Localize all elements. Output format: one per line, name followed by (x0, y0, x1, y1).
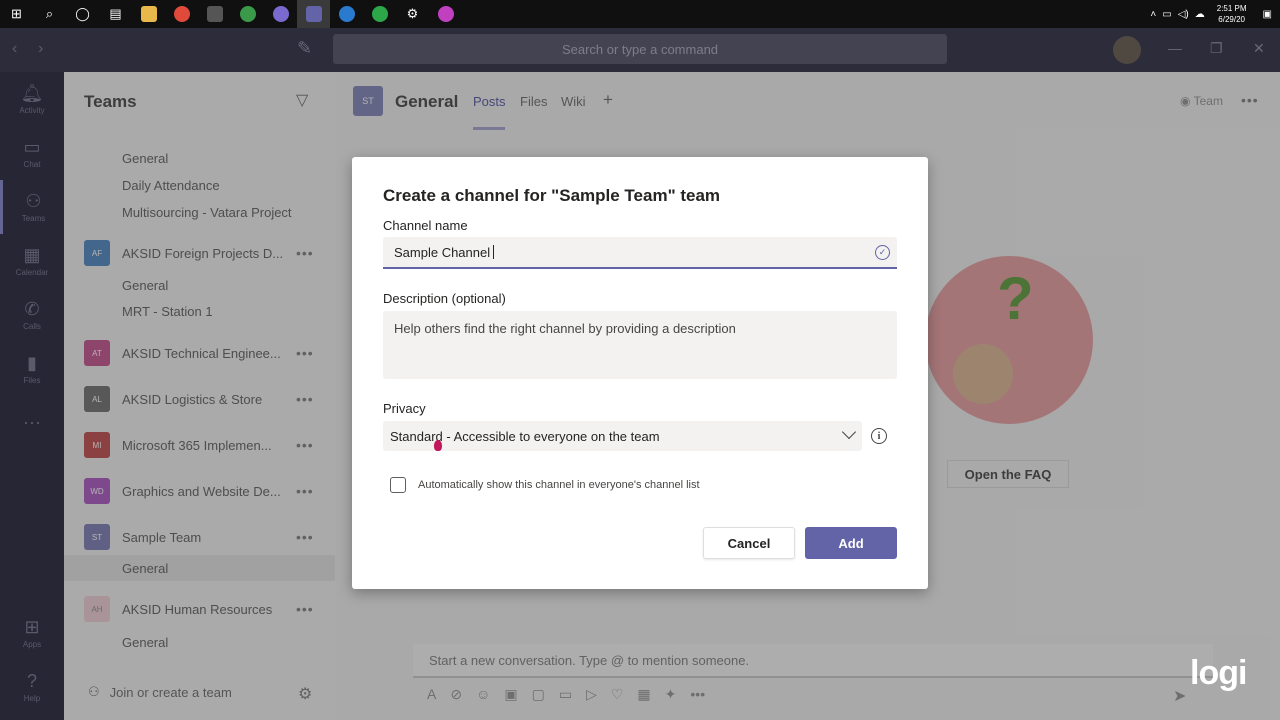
search-icon[interactable]: ⌕ (33, 0, 66, 28)
chevron-down-icon (841, 424, 857, 440)
description-label: Description (optional) (383, 291, 506, 306)
check-icon: ✓ (875, 245, 890, 260)
description-field[interactable]: Help others find the right channel by pr… (383, 311, 897, 379)
privacy-value: Standard - Accessible to everyone on the… (390, 429, 660, 444)
checkbox-label: Automatically show this channel in every… (418, 479, 700, 491)
clock[interactable]: 2:51 PM 6/29/20 (1217, 3, 1247, 25)
add-button[interactable]: Add (805, 527, 897, 559)
privacy-dropdown[interactable]: Standard - Accessible to everyone on the… (383, 421, 862, 451)
cancel-button[interactable]: Cancel (703, 527, 795, 559)
clock-date: 6/29/20 (1218, 15, 1245, 24)
clock-time: 2:51 PM (1216, 4, 1247, 13)
app-icon[interactable] (429, 0, 462, 28)
channel-name-label: Channel name (383, 218, 468, 233)
volume-icon[interactable]: ◁) (1178, 9, 1189, 20)
settings-icon[interactable]: ⚙ (396, 0, 429, 28)
privacy-label: Privacy (383, 401, 426, 416)
app-icon[interactable] (264, 0, 297, 28)
text-caret (493, 245, 495, 259)
create-channel-dialog: Create a channel for "Sample Team" team … (352, 157, 928, 589)
file-explorer-icon[interactable] (132, 0, 165, 28)
channel-name-value: Sample Channel (394, 245, 491, 260)
cortana-icon[interactable]: ◯ (66, 0, 99, 28)
channel-name-field[interactable]: Sample Channel ✓ (383, 237, 897, 269)
network-icon[interactable]: ▭ (1162, 9, 1171, 20)
task-view-icon[interactable]: ▤ (99, 0, 132, 28)
info-icon[interactable]: i (871, 428, 887, 444)
mouse-cursor (434, 440, 442, 451)
windows-taskbar: ⊞ ⌕ ◯ ▤ ⚙ ˄ ▭ ◁) ☁ 2:51 PM 6/29/20 ▣ (0, 0, 1280, 28)
calculator-icon[interactable] (198, 0, 231, 28)
logi-watermark: logi (1190, 654, 1247, 692)
windows-start-icon[interactable]: ⊞ (0, 0, 33, 28)
header-dim-overlay (0, 28, 1280, 72)
app-icon[interactable] (330, 0, 363, 28)
cloud-icon[interactable]: ☁ (1195, 9, 1205, 20)
teams-icon[interactable] (297, 0, 330, 28)
chrome-icon[interactable] (165, 0, 198, 28)
chevron-up-icon[interactable]: ˄ (1150, 9, 1156, 20)
auto-show-checkbox[interactable] (390, 477, 406, 493)
app-icon[interactable] (363, 0, 396, 28)
app-icon[interactable] (231, 0, 264, 28)
system-tray: ˄ ▭ ◁) ☁ 2:51 PM 6/29/20 ▣ (1150, 0, 1280, 28)
notification-icon[interactable]: ▣ (1263, 9, 1272, 20)
dialog-title: Create a channel for "Sample Team" team (383, 186, 721, 205)
